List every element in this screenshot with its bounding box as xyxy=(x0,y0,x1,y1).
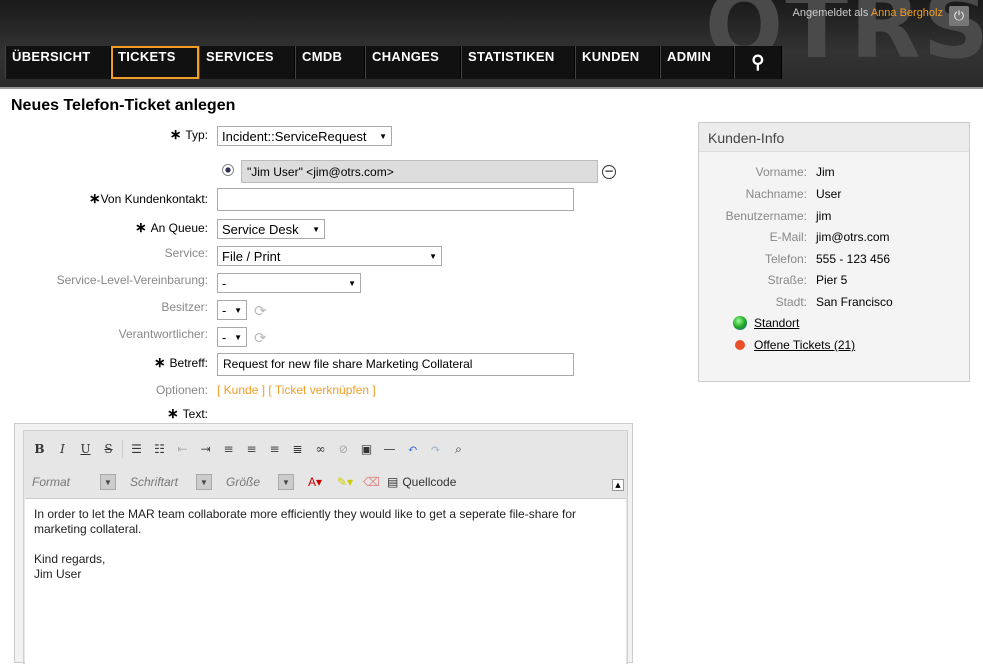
link-icon[interactable]: ∞ xyxy=(309,439,332,459)
nav-changes[interactable]: CHANGES xyxy=(365,46,461,79)
numbered-list-icon[interactable]: ☰ xyxy=(125,439,148,459)
user-info: Angemeldet als Anna Bergholz xyxy=(793,7,943,19)
subject-input[interactable]: Request for new file share Marketing Col… xyxy=(217,353,574,376)
justify-icon[interactable]: ≣ xyxy=(286,439,309,459)
toolbar-row-1: B I U S ☰ ☷ ⇤ ⇥ ≡ ≡ ≡ ≣ ∞ ⊘ ▣ — ↶ ↷ ⌕ xyxy=(28,436,470,462)
unlink-icon[interactable]: ⊘ xyxy=(332,439,355,459)
nav-admin[interactable]: ADMIN xyxy=(660,46,734,79)
font-combo[interactable]: Schriftart ▼ xyxy=(122,471,212,493)
editor-frame: B I U S ☰ ☷ ⇤ ⇥ ≡ ≡ ≡ ≣ ∞ ⊘ ▣ — ↶ ↷ ⌕ Fo… xyxy=(23,430,628,668)
subject-label: ∗ Betreff: xyxy=(153,354,208,370)
ci-row-street: Straße: Pier 5 xyxy=(767,273,848,287)
queue-label: ∗ An Queue: xyxy=(135,219,208,235)
ci-row-firstname: Vorname: Jim xyxy=(755,165,835,179)
align-left-icon[interactable]: ≡ xyxy=(217,439,240,459)
rich-text-editor: B I U S ☰ ☷ ⇤ ⇥ ≡ ≡ ≡ ≣ ∞ ⊘ ▣ — ↶ ↷ ⌕ Fo… xyxy=(14,423,633,668)
nav-tickets[interactable]: TICKETS xyxy=(111,46,199,79)
app-header: OTRS Angemeldet als Anna Bergholz ⏻ ÜBER… xyxy=(0,0,983,89)
body-line: Kind regards, xyxy=(34,552,106,566)
collapse-toolbar-icon[interactable]: ▲ xyxy=(612,479,624,491)
customer-chip: "Jim User" <jim@otrs.com> xyxy=(241,160,598,183)
von-label: ∗Von Kundenkontakt: xyxy=(88,190,208,206)
ci-row-lastname: Nachname: User xyxy=(745,187,842,201)
strikethrough-icon[interactable]: S xyxy=(97,439,120,459)
responsible-select[interactable]: - ▼ xyxy=(217,327,247,347)
nav-kunden[interactable]: KUNDEN xyxy=(575,46,660,79)
von-kundenkontakt-input[interactable] xyxy=(217,188,574,211)
align-right-icon[interactable]: ≡ xyxy=(263,439,286,459)
options-label: Optionen: xyxy=(155,383,208,397)
source-button[interactable]: ▤ Quellcode xyxy=(383,475,460,489)
queue-select[interactable]: Service Desk ▼ xyxy=(217,219,325,239)
location-link[interactable]: Standort xyxy=(733,316,799,330)
outdent-icon[interactable]: ⇤ xyxy=(171,439,194,459)
search-icon[interactable]: ⚲ xyxy=(734,46,782,79)
image-icon[interactable]: ▣ xyxy=(355,439,378,459)
typ-select[interactable]: Incident::ServiceRequest ▼ xyxy=(217,126,392,146)
undo-icon[interactable]: ↶ xyxy=(401,439,424,459)
service-select[interactable]: File / Print ▼ xyxy=(217,246,442,266)
highlight-icon[interactable]: ✎▾ xyxy=(330,472,360,492)
indent-icon[interactable]: ⇥ xyxy=(194,439,217,459)
service-label: Service: xyxy=(164,246,208,260)
ci-row-email: E-Mail: jim@otrs.com xyxy=(769,230,890,244)
ci-row-city: Stadt: San Francisco xyxy=(775,295,893,309)
bold-icon[interactable]: B xyxy=(28,439,51,459)
find-icon[interactable]: ⌕ xyxy=(447,439,470,459)
logout-icon[interactable]: ⏻ xyxy=(949,6,969,26)
ci-row-phone: Telefon: 555 - 123 456 xyxy=(764,252,891,266)
underline-icon[interactable]: U xyxy=(74,439,97,459)
ci-row-username: Benutzername: jim xyxy=(725,209,832,223)
remove-customer-icon[interactable]: − xyxy=(602,165,616,179)
sla-select[interactable]: - ▼ xyxy=(217,273,361,293)
refresh-responsible-icon[interactable]: ⟳ xyxy=(254,330,270,346)
main-nav: ÜBERSICHT TICKETS SERVICES CMDB CHANGES … xyxy=(5,46,782,79)
source-icon: ▤ xyxy=(387,475,399,489)
open-tickets-link[interactable]: Offene Tickets (21) xyxy=(733,338,855,352)
size-combo[interactable]: Größe ▼ xyxy=(218,471,294,493)
customer-info-title: Kunden-Info xyxy=(699,123,969,152)
body-line: In order to let the MAR team collaborate… xyxy=(34,507,577,521)
user-name-link[interactable]: Anna Bergholz xyxy=(871,7,943,19)
nav-statistiken[interactable]: STATISTIKEN xyxy=(461,46,575,79)
editor-body[interactable]: In order to let the MAR team collaborate… xyxy=(25,498,626,668)
nav-overview[interactable]: ÜBERSICHT xyxy=(5,46,111,79)
body-line: marketing collateral. xyxy=(34,522,142,536)
typ-label: ∗ Typ: xyxy=(169,126,208,142)
sla-label: Service-Level-Vereinbarung: xyxy=(56,273,208,287)
toolbar-row-2: Format ▼ Schriftart ▼ Größe ▼ A▾ ✎▾ ⌫ ▤ Quel… xyxy=(24,469,460,495)
globe-icon xyxy=(733,316,747,330)
bullet-list-icon[interactable]: ☷ xyxy=(148,439,171,459)
nav-services[interactable]: SERVICES xyxy=(199,46,295,79)
body-line: Jim User xyxy=(34,567,82,581)
toolbar-separator xyxy=(122,440,123,458)
owner-label: Besitzer: xyxy=(161,300,208,314)
nav-cmdb[interactable]: CMDB xyxy=(295,46,365,79)
customer-radio[interactable] xyxy=(222,164,234,176)
logged-in-label: Angemeldet als xyxy=(792,7,869,19)
horizontal-rule-icon[interactable]: — xyxy=(378,439,401,459)
redo-icon[interactable]: ↷ xyxy=(424,439,447,459)
options-links[interactable]: [ Kunde ] [ Ticket verknüpfen ] xyxy=(217,383,376,397)
align-center-icon[interactable]: ≡ xyxy=(240,439,263,459)
page-title: Neues Telefon-Ticket anlegen xyxy=(11,97,236,114)
text-label: ∗ Text: xyxy=(167,405,208,421)
italic-icon[interactable]: I xyxy=(51,439,74,459)
body-blank-line xyxy=(34,537,617,552)
text-color-icon[interactable]: A▾ xyxy=(300,472,330,492)
customer-info-panel: Kunden-Info Vorname: Jim Nachname: User Be… xyxy=(698,122,970,382)
responsible-label: Verantwortlicher: xyxy=(118,327,208,341)
format-combo[interactable]: Format ▼ xyxy=(24,471,116,493)
remove-format-icon[interactable]: ⌫ xyxy=(360,472,383,492)
refresh-owner-icon[interactable]: ⟳ xyxy=(254,303,270,319)
status-dot-icon xyxy=(735,340,745,350)
owner-select[interactable]: - ▼ xyxy=(217,300,247,320)
